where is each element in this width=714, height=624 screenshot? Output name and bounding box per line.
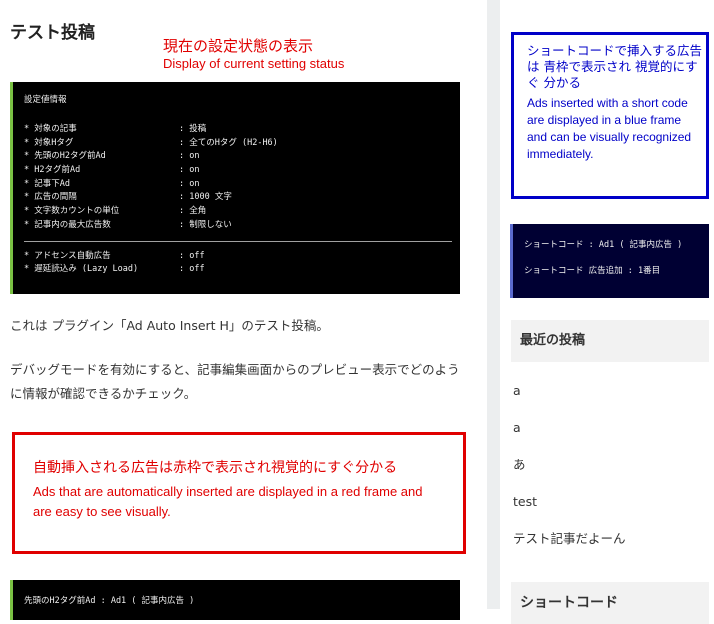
debug-row: * H2タグ前Ad: on bbox=[24, 165, 200, 176]
debug-separator bbox=[24, 240, 452, 242]
debug-row: * 遅延読込み (Lazy Load): off bbox=[24, 264, 205, 275]
debug-info-panel-2: 先頭のH2タグ前Ad : Ad1 ( 記事内広告 ) bbox=[10, 580, 460, 620]
post-title: テスト投稿 bbox=[10, 23, 95, 43]
recent-posts-title: 最近の投稿 bbox=[511, 320, 709, 362]
recent-post-link[interactable]: あ bbox=[511, 446, 709, 483]
recent-post-link[interactable]: テスト記事だよーん bbox=[511, 520, 709, 557]
annotation-red-ad-jp: 自動挿入される広告は赤枠で表示され視覚的にすぐ分かる bbox=[33, 460, 398, 476]
shortcode-ad-frame: ショートコードで挿入する広告は 青枠で表示され 視覚的にすぐ 分かる Ads i… bbox=[511, 32, 709, 199]
annotation-red-ad-en: Ads that are automatically inserted are … bbox=[33, 484, 423, 519]
debug-row: * 先頭のH2タグ前Ad: on bbox=[24, 151, 200, 162]
shortcode-widget-title: ショートコード bbox=[511, 582, 709, 624]
debug-row: * 記事内の最大広告数: 制限しない bbox=[24, 219, 232, 230]
annotation-status-jp: 現在の設定状態の表示 bbox=[163, 37, 314, 55]
debug-row: * 対象の記事: 投稿 bbox=[24, 124, 207, 134]
debug-row: * 対象Hタグ: 全てのHタグ (H2-H6) bbox=[24, 137, 278, 148]
annotation-status-en: Display of current setting status bbox=[163, 56, 345, 71]
auto-insert-ad-frame: 自動挿入される広告は赤枠で表示され視覚的にすぐ分かる Ads that are … bbox=[12, 432, 466, 554]
shortcode-line: ショートコード 広告追加 : 1番目 bbox=[524, 266, 661, 276]
annotation-blue-ad-jp: ショートコードで挿入する広告は 青枠で表示され 視覚的にすぐ 分かる bbox=[527, 43, 703, 90]
debug-row: * 記事下Ad: on bbox=[24, 178, 200, 189]
recent-post-link[interactable]: a bbox=[511, 409, 709, 446]
recent-post-link[interactable]: a bbox=[511, 372, 709, 409]
debug-row: * 文字数カウントの単位: 全角 bbox=[24, 206, 207, 217]
post-paragraph: デバッグモードを有効にすると、記事編集画面からのプレビュー表示でどのように情報が… bbox=[10, 362, 460, 401]
annotation-blue-ad-en: Ads inserted with a short code are displ… bbox=[527, 96, 692, 161]
shortcode-debug-box: ショートコード : Ad1 ( 記事内広告 ) ショートコード 広告追加 : 1… bbox=[510, 224, 709, 298]
debug-info-panel: 設定値情報 * 対象の記事: 投稿 * 対象Hタグ: 全てのHタグ (H2-H6… bbox=[10, 82, 460, 294]
debug-row: * 広告の間隔: 1000 文字 bbox=[24, 192, 232, 203]
shortcode-line: ショートコード : Ad1 ( 記事内広告 ) bbox=[524, 240, 683, 250]
recent-post-link[interactable]: test bbox=[511, 483, 709, 520]
post-paragraph: これは プラグイン「Ad Auto Insert H」のテスト投稿。 bbox=[10, 318, 329, 333]
recent-posts-list: a a あ test テスト記事だよーん bbox=[511, 372, 709, 557]
column-divider bbox=[487, 0, 500, 609]
debug-info-heading: 設定値情報 bbox=[24, 95, 67, 105]
debug-row: * アドセンス自動広告: off bbox=[24, 250, 205, 261]
